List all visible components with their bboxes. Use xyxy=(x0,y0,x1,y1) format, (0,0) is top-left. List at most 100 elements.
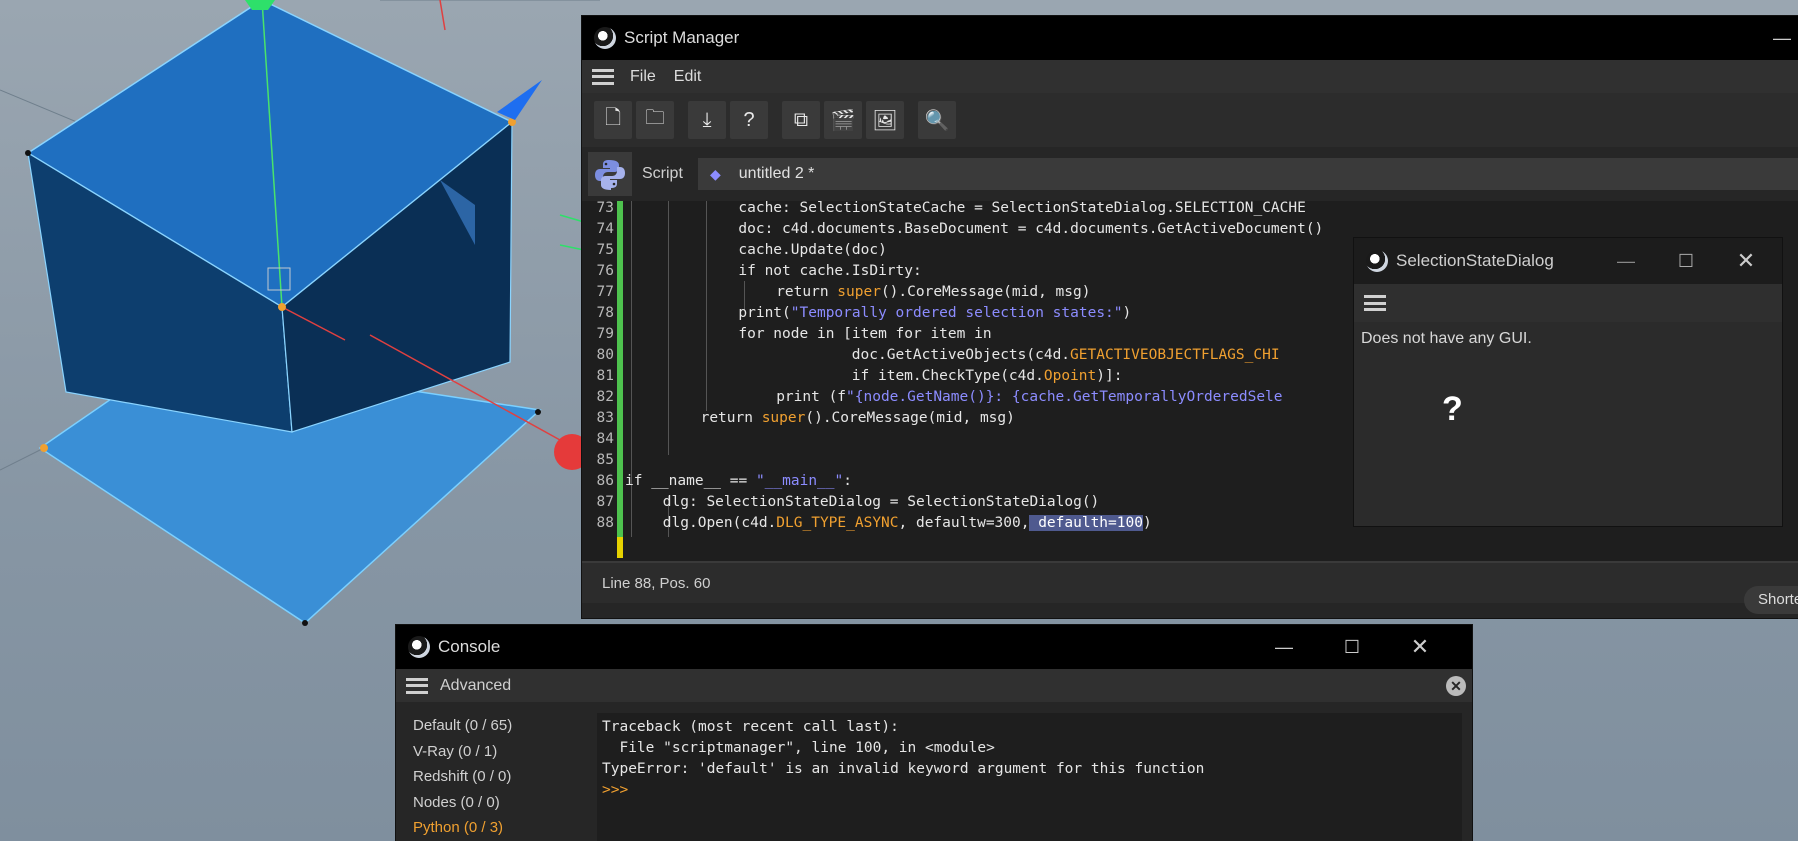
dialog-message: Does not have any GUI. xyxy=(1361,330,1532,347)
maximize-icon[interactable]: ☐ xyxy=(1656,238,1716,284)
code-token: : xyxy=(843,473,852,489)
line-number: 76 xyxy=(596,263,614,279)
code-token: "Temporally ordered selection states:" xyxy=(790,305,1123,321)
code-line[interactable]: 74 doc: c4d.documents.BaseDocument = c4d.… xyxy=(582,219,1798,240)
dialog-title: SelectionStateDialog xyxy=(1396,251,1554,270)
script-tab-label: Script xyxy=(642,165,683,182)
minimize-icon[interactable]: — xyxy=(1752,16,1798,60)
line-number: 80 xyxy=(596,347,614,363)
code-token: , defaultw=300, xyxy=(898,515,1030,531)
code-token: "{node.GetName()}: {cache.GetTemporallyO… xyxy=(846,389,1283,405)
code-text: if item.CheckType(c4d.Opoint)]: xyxy=(852,366,1123,387)
code-token: ().CoreMessage(mid, msg) xyxy=(805,410,1015,426)
menu-file[interactable]: File xyxy=(630,68,656,86)
advanced-label[interactable]: Advanced xyxy=(440,677,511,695)
line-number: 73 xyxy=(596,201,614,216)
dialog-menubar xyxy=(1354,284,1782,322)
code-token: return xyxy=(700,410,762,426)
console-channel-item[interactable]: Nodes (0 / 0) xyxy=(413,790,583,816)
line-number: 85 xyxy=(596,452,614,468)
code-token: ) xyxy=(1122,305,1132,321)
cursor-position: Line 88, Pos. 60 xyxy=(602,574,711,592)
hamburger-menu-icon[interactable] xyxy=(1364,295,1386,311)
python-file-icon: ◆ xyxy=(710,165,721,182)
code-token: for node in [item for item in xyxy=(738,326,992,342)
code-text: print (f"{node.GetName()}: {cache.GetTem… xyxy=(776,387,1282,408)
console-channel-item[interactable]: Default (0 / 65) xyxy=(413,713,583,739)
dialog-titlebar[interactable]: SelectionStateDialog — ☐ ✕ xyxy=(1354,238,1782,284)
code-token: print( xyxy=(738,305,791,321)
close-icon[interactable]: ✕ xyxy=(1390,625,1450,669)
console-output-line: Traceback (most recent call last): xyxy=(602,719,899,735)
code-text: cache: SelectionStateCache = SelectionSt… xyxy=(738,201,1305,219)
line-number: 88 xyxy=(596,515,614,531)
clapper-icon[interactable]: 🎬 xyxy=(824,101,862,139)
code-text: doc.GetActiveObjects(c4d.GETACTIVEOBJECT… xyxy=(852,345,1280,366)
code-token: if __name__ == xyxy=(625,473,756,489)
hamburger-menu-icon[interactable] xyxy=(592,68,614,85)
code-line[interactable]: 73 cache: SelectionStateCache = Selection… xyxy=(582,201,1798,219)
code-text: dlg.Open(c4d.DLG_TYPE_ASYNC, defaultw=30… xyxy=(663,513,1152,534)
line-number: 86 xyxy=(596,473,614,489)
new-script-icon[interactable]: 🗋 xyxy=(594,101,632,139)
line-number: 77 xyxy=(596,284,614,300)
minimize-icon[interactable]: — xyxy=(1254,625,1314,669)
console-title: Console xyxy=(438,637,501,656)
image-icon[interactable]: 🖼 xyxy=(866,101,904,139)
save-download-icon[interactable]: ⤓ xyxy=(688,101,726,139)
console-output-line: TypeError: 'default' is an invalid keywo… xyxy=(602,761,1205,777)
console-channel-item[interactable]: V-Ray (0 / 1) xyxy=(413,739,583,765)
code-token: return xyxy=(776,284,838,300)
find-icon[interactable]: 🔍 xyxy=(918,101,956,139)
question-mark-icon: ? xyxy=(1442,390,1463,428)
code-token: Opoint xyxy=(1043,368,1097,384)
window-title: Script Manager xyxy=(624,28,740,47)
line-number: 78 xyxy=(596,305,614,321)
code-token: super xyxy=(761,410,806,426)
python-logo-icon xyxy=(588,152,632,196)
code-token: GETACTIVEOBJECTFLAGS_CHI xyxy=(1070,347,1280,363)
code-token: print (f xyxy=(776,389,847,405)
code-text: for node in [item for item in xyxy=(738,324,991,345)
open-folder-icon[interactable]: 🗀 xyxy=(636,101,674,139)
console-channel-item[interactable]: Python (0 / 3) xyxy=(413,815,583,841)
console-menubar: Advanced ✕ xyxy=(396,669,1472,702)
clear-console-icon[interactable]: ✕ xyxy=(1446,675,1466,696)
shortcut-button-label: Shorte xyxy=(1758,591,1798,608)
script-selector-bar: Script ◆ untitled 2 * xyxy=(582,147,1798,201)
code-token: doc: c4d.documents.BaseDocument = c4d.do… xyxy=(738,221,1324,237)
line-number: 83 xyxy=(596,410,614,426)
close-icon[interactable]: ✕ xyxy=(1716,238,1776,284)
code-token: DLG_TYPE_ASYNC xyxy=(776,515,899,531)
console-channel-list: Default (0 / 65) V-Ray (0 / 1) Redshift (0… xyxy=(413,713,583,841)
code-token: super xyxy=(837,284,881,300)
console-channel-item[interactable]: Redshift (0 / 0) xyxy=(413,764,583,790)
code-text: return super().CoreMessage(mid, msg) xyxy=(776,282,1090,303)
code-token: )]: xyxy=(1096,368,1123,384)
console-output[interactable]: Traceback (most recent call last): File … xyxy=(597,713,1462,841)
cinema4d-logo-icon xyxy=(594,27,616,49)
hamburger-menu-icon[interactable] xyxy=(406,677,428,694)
minimize-icon[interactable]: — xyxy=(1596,238,1656,284)
maximize-icon[interactable]: ☐ xyxy=(1322,625,1382,669)
line-number: 74 xyxy=(596,221,614,237)
shortcut-button[interactable]: Shorte xyxy=(1744,586,1798,614)
line-number: 81 xyxy=(596,368,614,384)
code-token: "__main__" xyxy=(755,473,844,489)
gutter-current-marker xyxy=(617,537,623,558)
code-text: if __name__ == "__main__": xyxy=(625,471,852,492)
code-token: ) xyxy=(1142,515,1152,531)
script-dropdown[interactable]: ◆ untitled 2 * xyxy=(698,158,1798,190)
script-manager-titlebar[interactable]: Script Manager — xyxy=(582,16,1798,60)
line-number: 75 xyxy=(596,242,614,258)
console-titlebar[interactable]: Console — ☐ ✕ xyxy=(396,625,1472,669)
help-icon[interactable]: ? xyxy=(730,101,768,139)
console-output-line: >>> xyxy=(602,782,629,798)
duplicate-icon[interactable]: ⧉ xyxy=(782,101,820,139)
script-manager-menubar: File Edit xyxy=(582,60,1798,93)
script-name: untitled 2 * xyxy=(738,165,815,182)
code-text: if not cache.IsDirty: xyxy=(738,261,921,282)
menu-edit[interactable]: Edit xyxy=(674,68,702,86)
code-token: cache: SelectionStateCache = SelectionSt… xyxy=(738,201,1306,216)
line-number: 79 xyxy=(596,326,614,342)
